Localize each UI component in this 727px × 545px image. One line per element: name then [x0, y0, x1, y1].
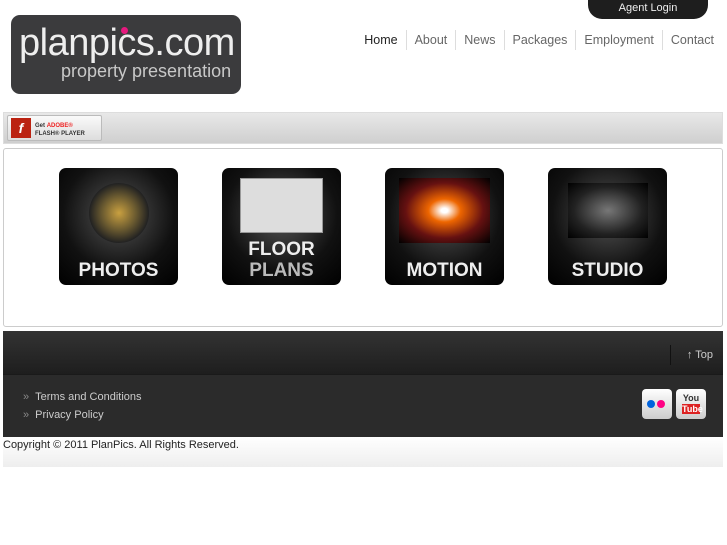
tile-photos[interactable]: PHOTOS [59, 168, 178, 285]
nav-home[interactable]: Home [356, 30, 405, 50]
copyright: Copyright © 2011 PlanPics. All Rights Re… [3, 437, 723, 467]
tile-label: PLANS [249, 260, 314, 281]
nav-employment[interactable]: Employment [575, 30, 661, 50]
video-camera-image [568, 183, 648, 238]
nav-news[interactable]: News [455, 30, 503, 50]
flash-bar: f Get ADOBE® FLASH® PLAYER [3, 112, 723, 144]
tile-floor-plans[interactable]: FLOOR PLANS [222, 168, 341, 285]
tile-label: MOTION [406, 260, 483, 281]
nav-packages[interactable]: Packages [503, 30, 576, 50]
tile-studio[interactable]: STUDIO [548, 168, 667, 285]
floor-plan-image [240, 178, 323, 233]
tile-label: PHOTOS [78, 260, 159, 281]
logo-text: planpics.com [19, 22, 235, 64]
back-to-top-button[interactable]: ↑ Top [669, 345, 713, 365]
youtube-icon[interactable]: You Tube [676, 389, 706, 419]
footer: ↑ Top » Terms and Conditions » Privacy Pol… [3, 331, 723, 437]
get-flash-player-button[interactable]: f Get ADOBE® FLASH® PLAYER [7, 115, 102, 141]
terms-link[interactable]: » Terms and Conditions [23, 388, 142, 406]
nav-contact[interactable]: Contact [661, 30, 722, 50]
tile-motion[interactable]: MOTION [385, 168, 504, 285]
main-nav: Home About News Packages Employment Cont… [356, 30, 722, 50]
chevron-double-right-icon: » [23, 409, 30, 421]
flash-brand: ADOBE® [46, 123, 73, 129]
link-label: Terms and Conditions [35, 391, 142, 403]
chevron-double-right-icon: » [23, 391, 30, 403]
arrow-up-icon: ↑ [686, 349, 693, 361]
top-label: Top [695, 349, 713, 361]
logo[interactable]: planpics.com property presentation [11, 15, 241, 94]
tile-label: STUDIO [571, 260, 644, 281]
flash-icon: f [11, 118, 31, 138]
motion-image [399, 178, 490, 243]
tile-label: FLOOR [248, 239, 315, 260]
link-label: Privacy Policy [35, 409, 104, 421]
nav-about[interactable]: About [405, 30, 456, 50]
privacy-link[interactable]: » Privacy Policy [23, 406, 142, 424]
logo-tagline: property presentation [61, 61, 232, 81]
flash-get: Get [35, 123, 46, 129]
camera-lens-image [89, 183, 149, 243]
agent-login-button[interactable]: Agent Login [588, 0, 708, 19]
flash-player-label: FLASH® PLAYER [35, 131, 85, 137]
flickr-icon[interactable] [642, 389, 672, 419]
services-panel: PHOTOS FLOOR PLANS MOTION STUDIO [3, 148, 723, 327]
youtube-you: You [682, 393, 700, 403]
youtube-tube: Tube [682, 404, 703, 414]
